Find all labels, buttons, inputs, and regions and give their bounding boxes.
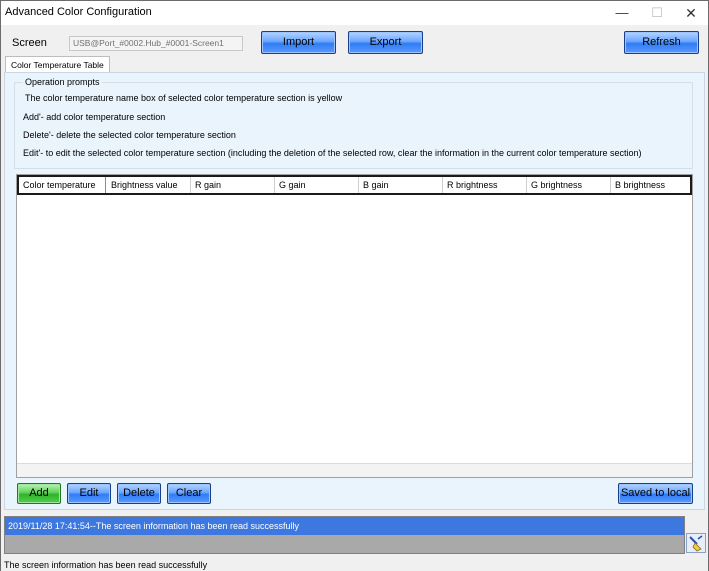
- prompt-line: Delete'- delete the selected color tempe…: [23, 130, 236, 140]
- toolbar: Screen USB@Port_#0002.Hub_#0001-Screen1 …: [1, 25, 708, 59]
- minimize-button[interactable]: —: [607, 3, 637, 23]
- column-header[interactable]: Brightness value: [107, 177, 191, 193]
- tab-color-temperature-table[interactable]: Color Temperature Table: [5, 56, 110, 73]
- clear-button[interactable]: Clear: [167, 483, 211, 504]
- close-button[interactable]: ✕: [676, 3, 706, 23]
- column-header[interactable]: G brightness: [527, 177, 611, 193]
- column-header[interactable]: G gain: [275, 177, 359, 193]
- app-window: Advanced Color Configuration — ☐ ✕ Scree…: [0, 0, 709, 571]
- window-title: Advanced Color Configuration: [5, 6, 152, 18]
- title-bar: Advanced Color Configuration — ☐ ✕: [1, 1, 708, 25]
- column-header[interactable]: B gain: [359, 177, 443, 193]
- table-header: Color temperature Brightness value R gai…: [17, 175, 692, 195]
- status-bar: The screen information has been read suc…: [1, 557, 708, 571]
- add-button[interactable]: Add: [17, 483, 61, 504]
- maximize-button[interactable]: ☐: [642, 3, 672, 23]
- saved-to-local-button[interactable]: Saved to local: [618, 483, 693, 504]
- screen-select[interactable]: USB@Port_#0002.Hub_#0001-Screen1: [69, 36, 243, 51]
- operation-prompts-title: Operation prompts: [23, 77, 102, 87]
- log-entry[interactable]: 2019/11/28 17:41:54--The screen informat…: [5, 517, 684, 535]
- prompt-line: Edit'- to edit the selected color temper…: [23, 148, 642, 158]
- column-header[interactable]: B brightness: [611, 177, 690, 193]
- column-header[interactable]: R brightness: [443, 177, 527, 193]
- import-button[interactable]: Import: [261, 31, 336, 54]
- color-temperature-table[interactable]: Color temperature Brightness value R gai…: [16, 174, 693, 478]
- operation-prompts-group: Operation prompts The color temperature …: [14, 77, 693, 169]
- column-header[interactable]: Color temperature: [19, 177, 106, 193]
- prompt-line: The color temperature name box of select…: [25, 93, 343, 103]
- horizontal-scrollbar[interactable]: [17, 463, 692, 477]
- tab-panel: Operation prompts The color temperature …: [4, 72, 705, 510]
- edit-button[interactable]: Edit: [67, 483, 111, 504]
- prompt-line: Add'- add color temperature section: [23, 112, 166, 122]
- export-button[interactable]: Export: [348, 31, 423, 54]
- broom-icon[interactable]: [686, 533, 706, 553]
- delete-button[interactable]: Delete: [117, 483, 161, 504]
- column-header[interactable]: R gain: [191, 177, 275, 193]
- log-panel[interactable]: 2019/11/28 17:41:54--The screen informat…: [4, 516, 685, 554]
- screen-label: Screen: [12, 37, 47, 49]
- refresh-button[interactable]: Refresh: [624, 31, 699, 54]
